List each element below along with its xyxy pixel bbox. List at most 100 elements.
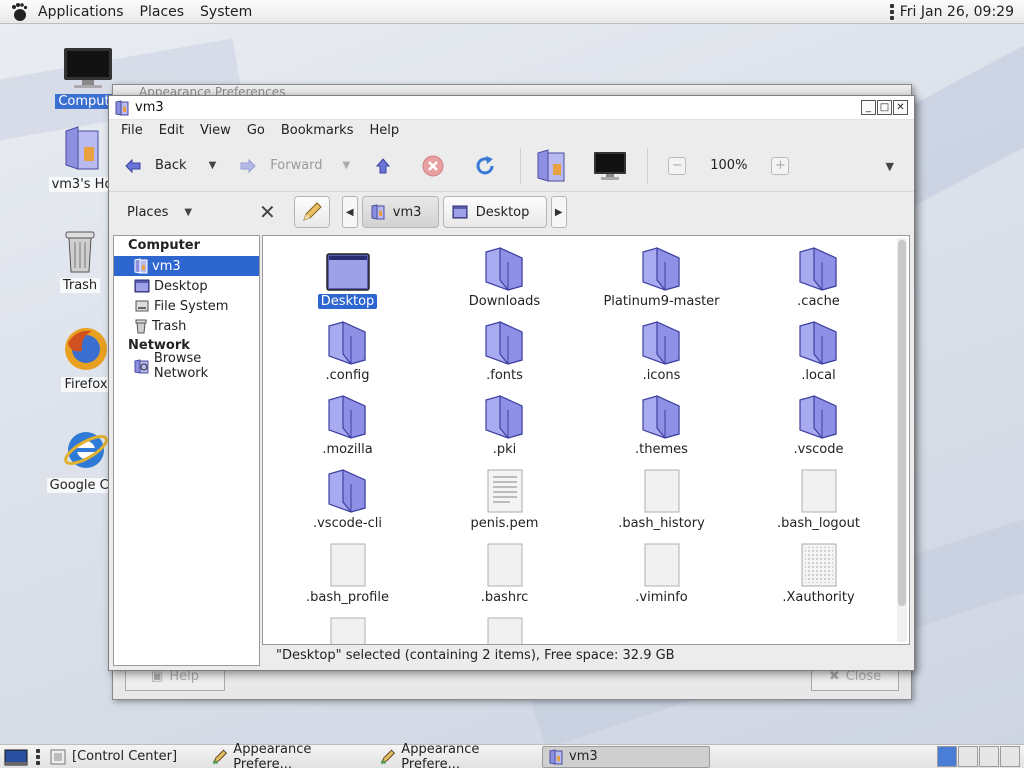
sidebar-item-browse-network[interactable]: Browse Network [114, 351, 259, 381]
path-button-desktop[interactable]: Desktop [442, 196, 547, 228]
workspace-3[interactable] [979, 746, 999, 767]
folder-item[interactable]: .local [740, 320, 897, 394]
forward-history-dropdown[interactable]: ▼ [343, 160, 351, 171]
file-name: Platinum9-master [603, 294, 720, 309]
back-history-dropdown[interactable]: ▼ [209, 160, 217, 171]
file-item[interactable]: .bashrc [426, 542, 583, 616]
back-button[interactable]: Back [119, 154, 193, 177]
workspace-2[interactable] [958, 746, 978, 767]
folder-item[interactable]: .fonts [426, 320, 583, 394]
browser-icon [64, 432, 108, 468]
file-name: .fonts [486, 368, 523, 383]
file-item[interactable]: .bash_logout [740, 468, 897, 542]
taskbar-item-appearance-2[interactable]: Appearance Prefere... [374, 742, 542, 768]
back-arrow-icon [125, 158, 141, 173]
sidebar-item-vm3[interactable]: vm3 [114, 256, 259, 276]
zoom-level[interactable]: 100% [710, 158, 747, 173]
file-icon [329, 616, 367, 644]
folder-item[interactable]: .themes [583, 394, 740, 468]
workspace-1[interactable] [937, 746, 957, 767]
file-item[interactable] [269, 616, 426, 644]
gnome-foot-icon[interactable] [8, 1, 30, 23]
sidebar-item-trash[interactable]: Trash [114, 316, 259, 336]
file-item[interactable]: .Xauthority [740, 542, 897, 616]
close-sidebar-icon[interactable]: ✕ [259, 200, 276, 224]
stop-button[interactable] [416, 151, 450, 181]
desktop-icon-label: Firefox [61, 377, 111, 392]
forward-button[interactable]: Forward [234, 154, 328, 177]
file-name: .themes [635, 442, 688, 457]
folder-item[interactable]: .config [269, 320, 426, 394]
places-sidebar: Computer vm3 Desktop File System Trash N… [113, 235, 260, 666]
scrollbar-thumb[interactable] [898, 240, 906, 606]
menu-edit[interactable]: Edit [151, 123, 192, 138]
menu-view[interactable]: View [192, 123, 239, 138]
menu-file[interactable]: File [113, 123, 151, 138]
file-name: .mozilla [322, 442, 373, 457]
firefox-icon [65, 328, 107, 370]
file-item[interactable]: .bash_history [583, 468, 740, 542]
file-item[interactable] [426, 616, 583, 644]
clock[interactable]: Fri Jan 26, 09:29 [900, 4, 1014, 20]
taskbar-item-appearance-1[interactable]: Appearance Prefere... [206, 742, 374, 768]
vertical-scrollbar[interactable] [897, 238, 907, 642]
folder-item[interactable]: .cache [740, 246, 897, 320]
appearance-icon [380, 749, 396, 764]
toolbar-overflow-dropdown[interactable]: ▼ [886, 160, 894, 173]
up-button[interactable] [370, 154, 396, 178]
up-arrow-icon [376, 157, 391, 173]
folder-item[interactable]: Downloads [426, 246, 583, 320]
menu-help[interactable]: Help [361, 123, 407, 138]
menu-bookmarks[interactable]: Bookmarks [273, 123, 362, 138]
edit-location-button[interactable] [293, 196, 330, 228]
folder-item-desktop[interactable]: Desktop [269, 246, 426, 320]
file-icon [800, 542, 838, 588]
folder-item[interactable]: .icons [583, 320, 740, 394]
file-view[interactable]: Desktop Downloads Platinum9-master .cache .c… [262, 235, 910, 645]
file-name: .viminfo [635, 590, 688, 605]
minimize-button[interactable]: _ [861, 100, 876, 115]
maximize-button[interactable]: □ [877, 100, 892, 115]
folder-icon [796, 394, 842, 440]
file-name: penis.pem [470, 516, 539, 531]
show-desktop-button[interactable] [0, 746, 32, 768]
folder-icon [796, 246, 842, 292]
folder-icon [482, 394, 528, 440]
folder-item[interactable]: .vscode-cli [269, 468, 426, 542]
path-scroll-left-button[interactable]: ◀ [341, 196, 358, 228]
file-manager-window: vm3 _ □ ✕ File Edit View Go Bookmarks He… [108, 95, 915, 671]
file-icon [643, 542, 681, 588]
file-name: Downloads [468, 294, 541, 309]
file-item[interactable]: .bash_profile [269, 542, 426, 616]
sidebar-heading-computer: Computer [128, 238, 201, 253]
menu-applications[interactable]: Applications [30, 4, 132, 20]
sidebar-item-file-system[interactable]: File System [114, 296, 259, 316]
folder-item[interactable]: .mozilla [269, 394, 426, 468]
menu-system[interactable]: System [192, 4, 260, 20]
status-bar: "Desktop" selected (containing 2 items),… [276, 648, 675, 663]
path-button-home[interactable]: vm3 [361, 196, 439, 228]
taskbar-item-vm3[interactable]: vm3 [542, 745, 710, 768]
workspace-4[interactable] [1000, 746, 1020, 767]
folder-item[interactable]: .vscode [740, 394, 897, 468]
menu-places[interactable]: Places [132, 4, 193, 20]
panel-handle-icon [36, 748, 40, 765]
folder-item[interactable]: .pki [426, 394, 583, 468]
close-window-button[interactable]: ✕ [893, 100, 908, 115]
sidebar-selector[interactable]: Places ▼ [109, 205, 251, 220]
path-scroll-right-button[interactable]: ▶ [550, 196, 567, 228]
titlebar[interactable]: vm3 _ □ ✕ [109, 96, 914, 120]
folder-item[interactable]: Platinum9-master [583, 246, 740, 320]
file-name: .bash_logout [777, 516, 860, 531]
computer-button[interactable] [587, 147, 633, 185]
sidebar-item-desktop[interactable]: Desktop [114, 276, 259, 296]
zoom-in-button[interactable]: + [771, 156, 790, 175]
file-item[interactable]: penis.pem [426, 468, 583, 542]
reload-button[interactable] [468, 151, 502, 181]
file-name: .bash_profile [306, 590, 389, 605]
taskbar-item-control-center[interactable]: [Control Center] [44, 746, 206, 768]
file-item[interactable]: .viminfo [583, 542, 740, 616]
zoom-out-button[interactable]: − [668, 156, 687, 175]
menu-go[interactable]: Go [239, 123, 273, 138]
home-button[interactable] [529, 145, 573, 187]
